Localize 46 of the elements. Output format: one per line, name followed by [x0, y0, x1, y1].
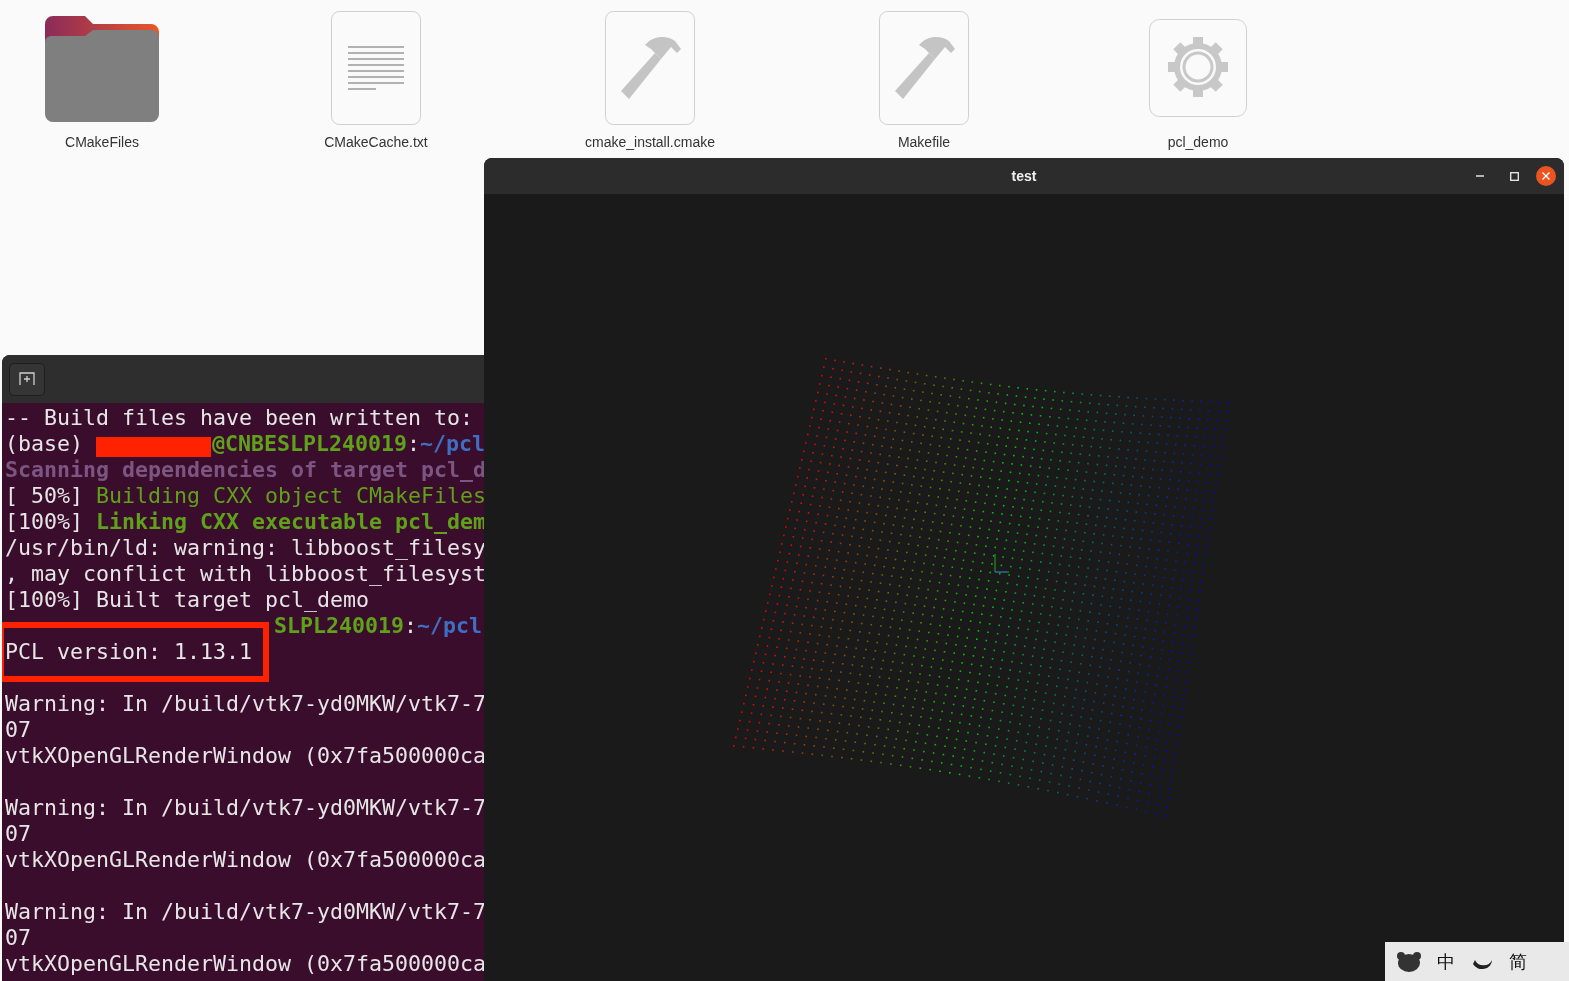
terminal-text: ~/pcl [420, 431, 485, 457]
terminal-text: ~/pcl [417, 613, 483, 639]
terminal-text: 07 [5, 925, 31, 951]
file-name[interactable]: Makefile [897, 132, 951, 153]
text-file-icon [331, 11, 421, 125]
terminal-text: Warning: In /build/vtk7-yd0MKW/vtk7-7 [5, 899, 485, 925]
file-name[interactable]: cmake_install.cmake [585, 132, 715, 153]
gear-file-icon [1149, 19, 1247, 117]
terminal-text: vtkXOpenGLRenderWindow (0x7fa500000ca [5, 743, 485, 769]
terminal-text: /usr/bin/ld: warning: libboost_filesy [5, 535, 485, 561]
close-icon [1542, 172, 1550, 180]
terminal-text: : [406, 431, 420, 457]
folder-icon [45, 16, 159, 122]
terminal-text: [100%] [5, 509, 84, 535]
new-tab-button[interactable] [9, 362, 45, 396]
input-mode-indicator[interactable]: 简 [1509, 948, 1527, 975]
close-button[interactable] [1536, 166, 1556, 186]
terminal-text: (base) [5, 431, 84, 457]
terminal-text: vtkXOpenGLRenderWindow (0x7fa500000ca [5, 951, 485, 977]
hammer-file-icon [879, 11, 969, 125]
minimize-icon [1476, 175, 1484, 177]
terminal-text: SLPL240019 [274, 613, 404, 639]
maximize-icon [1509, 171, 1519, 181]
terminal-text: PCL version: 1.13.1 [5, 639, 252, 665]
terminal-text: : [404, 613, 418, 639]
file-name[interactable]: CMakeFiles [65, 132, 139, 153]
terminal-text: @CNBESLPL240019 [211, 431, 407, 457]
terminal-text: vtkXOpenGLRenderWindow (0x7fa500000ca [5, 847, 485, 873]
input-mode-indicator[interactable]: 中 [1437, 948, 1455, 975]
terminal-text: 07 [5, 821, 31, 847]
terminal-text: -- Build files have been written to: [5, 405, 474, 431]
new-tab-icon [19, 372, 35, 386]
window-title: test [1010, 166, 1038, 186]
terminal-text: Building CXX object CMakeFiles [96, 483, 485, 509]
file-name[interactable]: CMakeCache.txt [324, 132, 428, 153]
file-name[interactable]: pcl_demo [1167, 132, 1229, 153]
terminal-text: Linking CXX executable pcl_dem [96, 509, 485, 535]
hammer-file-icon [605, 11, 695, 125]
terminal-text: Warning: In /build/vtk7-yd0MKW/vtk7-7 [5, 691, 485, 717]
terminal-text: Scanning dependencies of target pcl_d [5, 457, 485, 483]
terminal-text: [ 50%] [5, 483, 84, 509]
terminal-text: 07 [5, 717, 31, 743]
terminal-text: , may conflict with libboost_filesyst [5, 561, 485, 587]
terminal-text: [100%] Built target pcl_demo [5, 587, 369, 613]
bear-icon[interactable] [1397, 951, 1421, 972]
terminal-text: Warning: In /build/vtk7-yd0MKW/vtk7-7 [5, 795, 485, 821]
